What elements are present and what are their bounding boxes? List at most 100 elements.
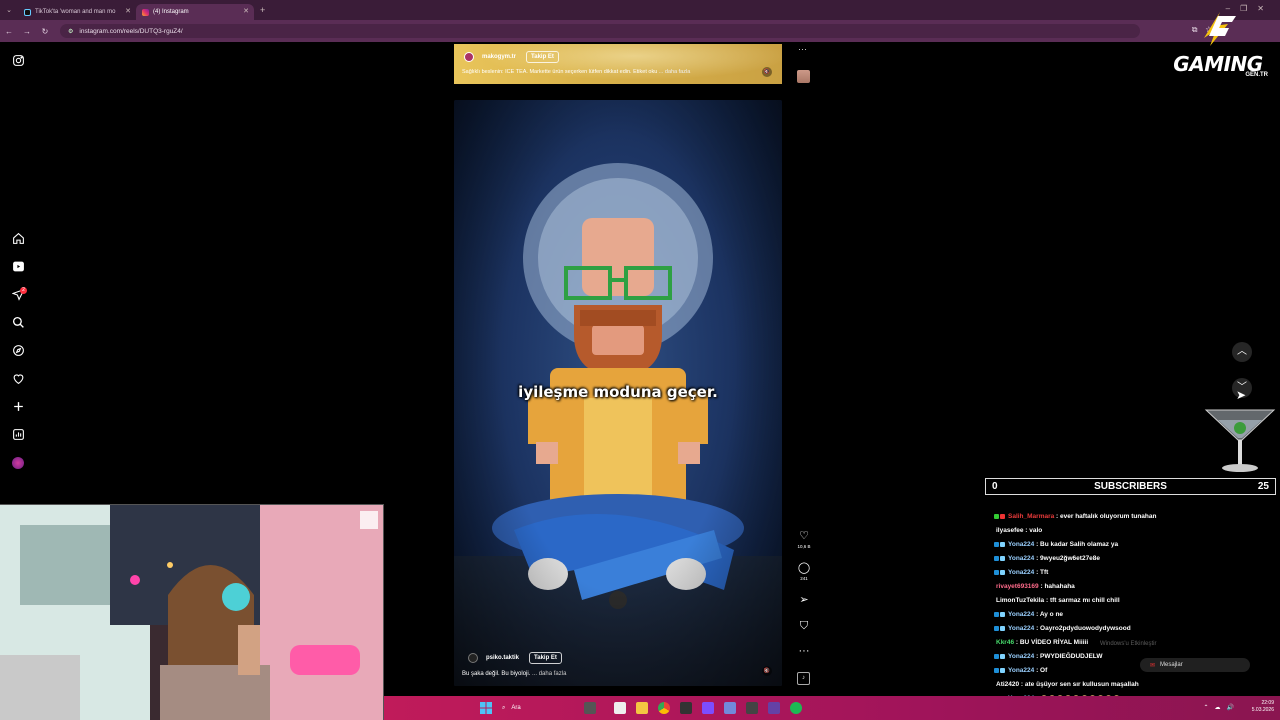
clock[interactable]: 22:09 5.03.2026: [1252, 700, 1274, 714]
messages-icon: ✉: [1150, 662, 1156, 669]
mute-icon[interactable]: 🔇: [762, 67, 772, 77]
browser-tab-bar: ⌄ TikTok'ta 'woman and man mo ✕ (4) Inst…: [0, 0, 1280, 20]
share-icon[interactable]: ➢: [796, 594, 812, 606]
chat-badge-icon: [994, 513, 999, 519]
profile-avatar[interactable]: [12, 457, 24, 469]
chat-text: ate üşüyor sen sır kullusun maşallah: [1024, 681, 1139, 688]
comment-action[interactable]: ◯ 241: [796, 562, 812, 581]
chat-username[interactable]: Ati2420: [996, 681, 1019, 688]
explore-icon[interactable]: [11, 344, 25, 358]
site-info-icon[interactable]: ⚙: [68, 28, 73, 35]
chat-message: Yona224 : 9wyeu2ğw6et27e8e: [994, 552, 1280, 566]
close-tab-icon[interactable]: ✕: [243, 7, 249, 15]
url-text: instagram.com/reels/DUTQ3-rguZ4/: [79, 27, 183, 35]
audio-icon[interactable]: ♪: [797, 672, 810, 685]
chat-username[interactable]: Yona224: [1008, 611, 1034, 618]
chrome-icon[interactable]: [658, 702, 670, 714]
windows-start-icon[interactable]: [480, 702, 492, 714]
video-subtitle: iyileşme moduna geçer.: [518, 383, 718, 401]
search-icon: ⌕: [502, 704, 506, 711]
tab-tiktok[interactable]: TikTok'ta 'woman and man mo ✕: [18, 4, 136, 20]
chat-message: Yona224 : Tft: [994, 566, 1280, 580]
chat-username[interactable]: Yona224: [1008, 667, 1034, 674]
more-options-icon[interactable]: ···: [796, 645, 812, 657]
audio-thumbnail[interactable]: [797, 70, 810, 83]
app-icon[interactable]: [702, 702, 714, 714]
chat-badge-icon: [1000, 667, 1005, 673]
chat-text: hahahaha: [1044, 583, 1075, 590]
more-options-icon[interactable]: ···: [798, 44, 807, 54]
discord-icon[interactable]: [724, 702, 736, 714]
messages-pill[interactable]: ✉ Mesajlar: [1140, 658, 1250, 672]
instagram-logo-icon[interactable]: [11, 54, 25, 68]
tab-search-icon[interactable]: ⌄: [0, 6, 18, 14]
avatar[interactable]: [468, 653, 478, 663]
url-field[interactable]: ⚙ instagram.com/reels/DUTQ3-rguZ4/: [60, 24, 1140, 38]
chat-text: tft sarmaz mı chill chill: [1049, 597, 1120, 604]
chat-badge-icon: [1000, 569, 1005, 575]
more-link[interactable]: ... daha fazla: [659, 69, 691, 75]
chat-username[interactable]: Yona224: [1008, 555, 1034, 562]
spotify-icon[interactable]: [790, 702, 802, 714]
comment-icon[interactable]: ◯: [796, 562, 812, 574]
search-icon[interactable]: [11, 316, 25, 330]
chat-text: Of: [1040, 667, 1048, 674]
previous-reel-button[interactable]: ︿: [1232, 342, 1252, 362]
chat-message: Yona224 : Oayro2pdyduowodydywsood: [994, 622, 1280, 636]
chat-badge-icon: [1000, 611, 1005, 617]
create-icon[interactable]: [11, 400, 25, 414]
chat-username[interactable]: rivayet693169: [996, 583, 1039, 590]
avatar[interactable]: [464, 52, 474, 62]
chat-message: Ati2420 : ate üşüyor sen sır kullusun ma…: [994, 678, 1280, 692]
chat-username[interactable]: Yona224: [1008, 653, 1034, 660]
lightning-bolt-icon: [1204, 12, 1236, 46]
follow-button[interactable]: Takip Et: [526, 51, 559, 63]
chat-username[interactable]: Yona224: [1008, 569, 1034, 576]
app-icon[interactable]: [746, 702, 758, 714]
close-tab-icon[interactable]: ✕: [125, 7, 131, 15]
chat-badge-icon: [994, 667, 999, 673]
new-tab-button[interactable]: +: [260, 5, 265, 15]
tab-instagram[interactable]: (4) Instagram ✕: [136, 4, 254, 20]
tab-label: TikTok'ta 'woman and man mo: [35, 9, 116, 15]
chat-badge-icon: [1000, 625, 1005, 631]
chat-username[interactable]: Yona224: [1008, 541, 1034, 548]
reels-icon[interactable]: [11, 260, 25, 274]
back-icon[interactable]: ←: [0, 27, 18, 36]
username[interactable]: makogym.tr: [482, 54, 516, 60]
chat-username[interactable]: Yona224: [1008, 625, 1034, 632]
app-icon[interactable]: [680, 702, 692, 714]
system-tray-icons[interactable]: ⌃☁🔊: [1204, 704, 1241, 711]
chat-badge-icon: [994, 569, 999, 575]
heart-icon[interactable]: ♡: [796, 530, 812, 542]
chat-message: LimonTuzTekila : tft sarmaz mı chill chi…: [994, 594, 1280, 608]
chat-username[interactable]: Kkr46: [996, 639, 1014, 646]
home-icon[interactable]: [11, 232, 25, 246]
chat-text: valo: [1029, 527, 1043, 534]
save-icon[interactable]: ⛉: [796, 620, 812, 632]
forward-icon[interactable]: →: [18, 27, 36, 36]
stream-chat: Salih_Marmara : ever haftalık oluyorum t…: [994, 510, 1280, 720]
more-link[interactable]: ... daha fazla: [532, 671, 566, 677]
subscriber-goal-bar: 0 SUBSCRIBERS 25: [985, 478, 1276, 495]
notifications-heart-icon[interactable]: [11, 372, 25, 386]
follow-button[interactable]: Takip Et: [529, 652, 562, 664]
like-action[interactable]: ♡ 10,6 B: [796, 530, 812, 549]
task-view-icon[interactable]: [584, 702, 596, 714]
reel-video[interactable]: iyileşme moduna geçer. psiko.taktik Taki…: [454, 100, 782, 686]
chat-text: BU VİDEO RİYAL Miiiii: [1019, 639, 1089, 646]
chat-badge-icon: [994, 653, 999, 659]
file-explorer-icon[interactable]: [636, 702, 648, 714]
widget-icon[interactable]: [614, 702, 626, 714]
chat-username[interactable]: Salih_Marmara: [1008, 513, 1054, 520]
dashboard-icon[interactable]: [11, 428, 25, 442]
chat-username[interactable]: LimonTuzTekila: [996, 597, 1044, 604]
previous-reel[interactable]: makogym.tr Takip Et Sağlıklı beslenin: I…: [454, 44, 782, 84]
clock-time: 22:09: [1261, 700, 1274, 706]
mute-icon[interactable]: 🔇: [762, 666, 772, 676]
username[interactable]: psiko.taktik: [486, 655, 519, 661]
chat-message: rivayet693169 : hahahaha: [994, 580, 1280, 594]
obs-icon[interactable]: [768, 702, 780, 714]
reload-icon[interactable]: ↻: [36, 27, 54, 36]
chat-username[interactable]: ilyasefee: [996, 527, 1023, 534]
